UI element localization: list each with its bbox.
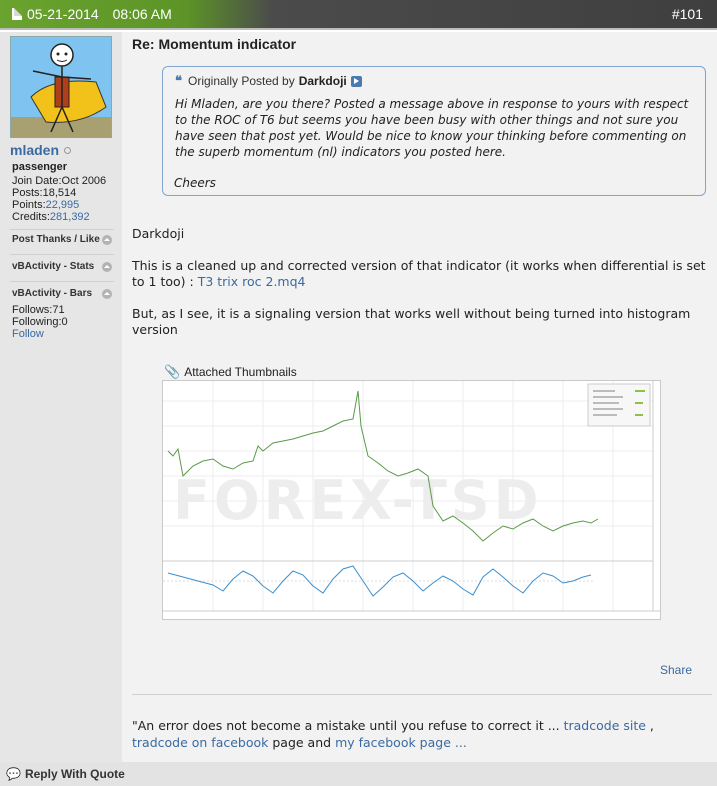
quote-icon: ❝: [175, 73, 182, 88]
quote-header: ❝ Originally Posted by Darkdoji: [175, 73, 362, 89]
user-sidebar: mladen passenger Join Date:Oct 2006 Post…: [0, 32, 122, 762]
view-post-icon[interactable]: [350, 75, 362, 87]
points-link[interactable]: 22,995: [46, 199, 80, 211]
offline-status-icon: [64, 146, 72, 154]
attachment-link[interactable]: T3 trix roc 2.mq4: [198, 274, 306, 289]
credits-link[interactable]: 281,392: [50, 211, 90, 223]
signature: "An error does not become a mistake unti…: [132, 718, 654, 750]
username[interactable]: mladen: [10, 142, 72, 158]
following-count: Following:0: [12, 316, 68, 328]
tradcode-site-link[interactable]: tradcode site: [564, 718, 646, 733]
collapse-icon[interactable]: [102, 261, 112, 272]
quote-sign: Cheers: [174, 176, 216, 190]
follow-link[interactable]: Follow: [12, 328, 44, 340]
post-time: 08:06 AM: [112, 6, 172, 22]
join-date: Join Date:Oct 2006: [12, 175, 107, 187]
attachment-thumbnail[interactable]: FOREX-TSD: [162, 380, 661, 620]
collapse-icon[interactable]: [102, 234, 112, 245]
avatar[interactable]: [10, 36, 112, 138]
post-header: 05-21-2014 08:06 AM #101: [0, 0, 717, 30]
quote-bubble-icon[interactable]: 💬: [6, 767, 21, 781]
post-number-link[interactable]: #101: [672, 6, 703, 22]
points: Points:22,995: [12, 199, 80, 211]
svg-text:FOREX-TSD: FOREX-TSD: [173, 469, 543, 532]
divider: [10, 229, 114, 230]
user-rank: passenger: [12, 161, 68, 173]
signature-divider: [132, 694, 712, 695]
divider: [10, 254, 114, 255]
post-date: 05-21-2014: [27, 6, 99, 22]
quote-text: Hi Mladen, are you there? Posted a messa…: [175, 97, 689, 159]
attached-thumbnails-header: 📎 Attached Thumbnails: [164, 364, 297, 379]
reply-with-quote-button[interactable]: Reply With Quote: [25, 767, 125, 781]
credits: Credits:281,392: [12, 211, 90, 223]
vbactivity-bars-toggle[interactable]: vBActivity - Bars: [12, 288, 112, 299]
facebook-page-link[interactable]: my facebook page ...: [335, 735, 467, 750]
share-link[interactable]: Share: [660, 663, 692, 677]
post-content: Re: Momentum indicator ❝ Originally Post…: [122, 32, 717, 762]
post-footer: 💬 Reply With Quote: [0, 762, 717, 786]
post-thanks-toggle[interactable]: Post Thanks / Like: [12, 234, 112, 245]
collapse-icon[interactable]: [102, 288, 112, 299]
follows-count: Follows:71: [12, 304, 65, 316]
quote-box: ❝ Originally Posted by Darkdoji Hi Mlade…: [162, 66, 706, 196]
divider: [10, 281, 114, 282]
username-link[interactable]: mladen: [10, 142, 59, 158]
paperclip-icon: 📎: [164, 364, 181, 379]
tradcode-facebook-link[interactable]: tradcode on facebook: [132, 735, 268, 750]
vbactivity-stats-toggle[interactable]: vBActivity - Stats: [12, 261, 112, 272]
paragraph-1: This is a cleaned up and corrected versi…: [132, 258, 706, 289]
greeting: Darkdoji: [132, 226, 185, 241]
post-title: Re: Momentum indicator: [132, 36, 297, 52]
post-icon: [12, 8, 22, 20]
paragraph-2: But, as I see, it is a signaling version…: [132, 306, 691, 337]
post-count: Posts:18,514: [12, 187, 77, 199]
quote-author: Darkdoji: [298, 74, 347, 88]
